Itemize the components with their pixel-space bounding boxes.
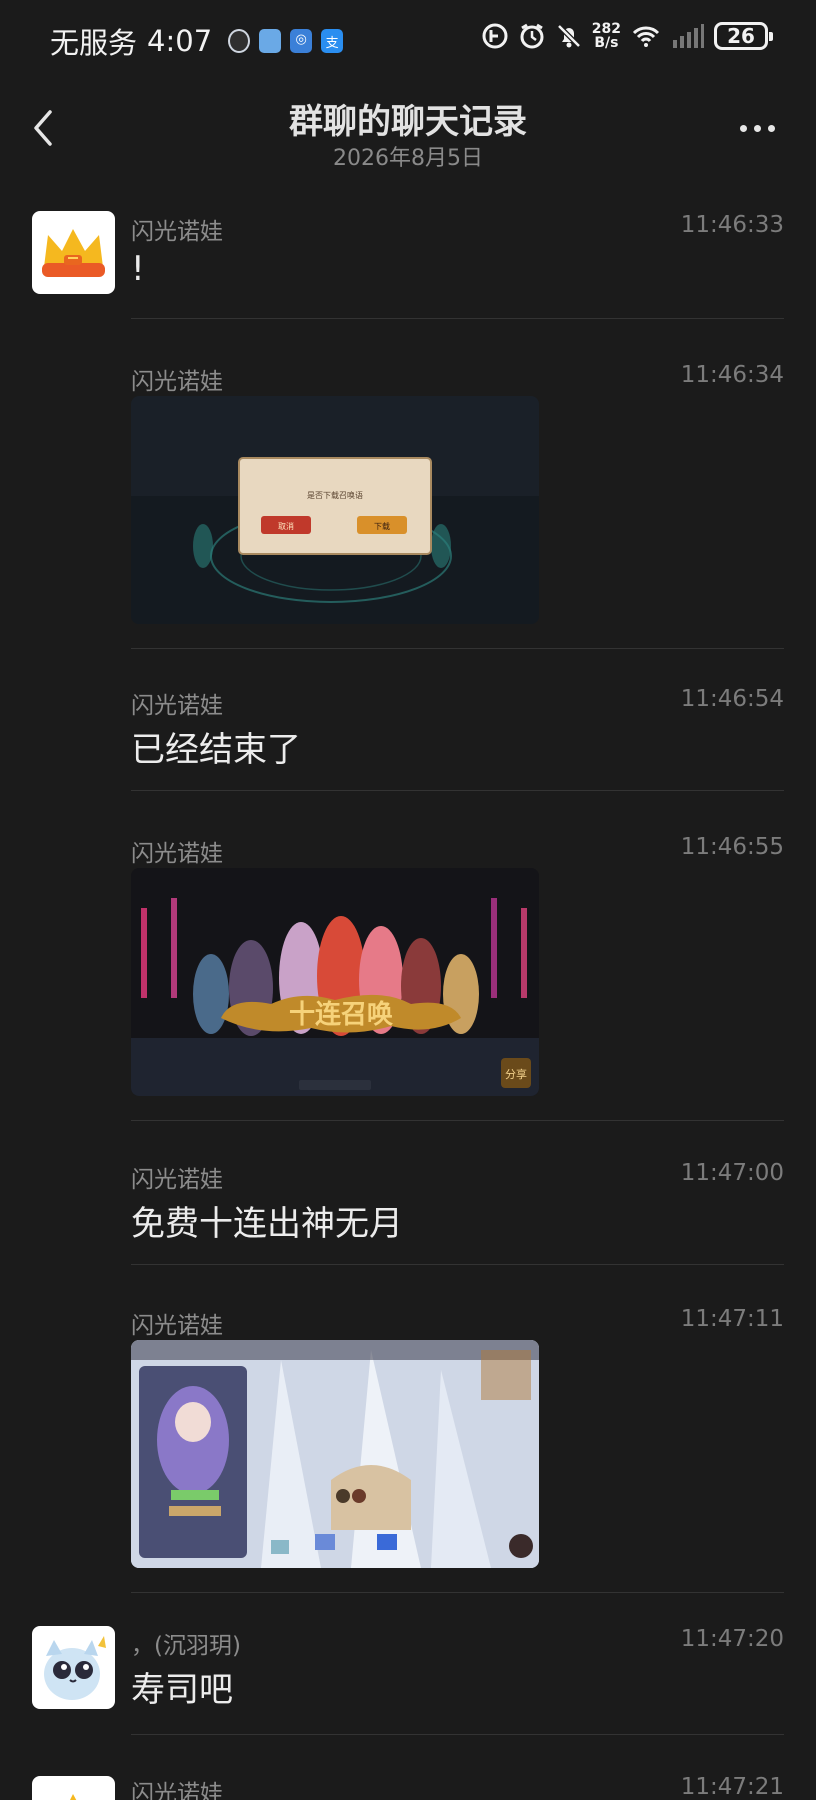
chat-message: 闪光诺娃 11:46:55 十连召唤 分享 (0, 820, 816, 1121)
qq-icon (228, 29, 251, 53)
security-icon: ◎ (290, 29, 313, 53)
message-sender: 闪光诺娃 (131, 1167, 223, 1193)
chat-message: 闪光诺娃 11:46:54 已经结束了 (0, 676, 816, 796)
message-time: 11:47:00 (680, 1160, 784, 1186)
divider (131, 790, 784, 791)
message-time: 11:46:33 (680, 212, 784, 238)
chat-message: 闪光诺娃 11:46:33 ! (0, 198, 816, 320)
divider (131, 1734, 784, 1735)
alipay-icon: 支 (321, 29, 344, 53)
wifi-icon (632, 26, 660, 47)
message-sender: 闪光诺娃 (131, 1313, 223, 1339)
image-dialog-text: 是否下载召唤语 (307, 490, 363, 500)
image-share-text: 分享 (505, 1067, 527, 1081)
message-text[interactable]: 已经结束了 (131, 722, 301, 771)
hd-icon (482, 23, 508, 49)
crown-avatar[interactable] (32, 1776, 115, 1800)
battery-indicator: 26 (714, 22, 773, 50)
chat-message: 闪光诺娃 11:47:11 (0, 1292, 816, 1593)
message-image[interactable] (131, 1340, 539, 1568)
page-title: 群聊的聊天记录 (289, 102, 527, 142)
message-text[interactable]: 免费十连出神无月 (131, 1196, 403, 1245)
net-speed-value: 282 (591, 21, 621, 37)
message-time: 11:47:11 (680, 1306, 784, 1332)
image-banner-text: 十连召唤 (289, 1000, 393, 1030)
net-speed: 282 B/s (592, 22, 621, 50)
message-sender: 闪光诺娃 (131, 693, 223, 719)
message-sender: 闪光诺娃 (131, 219, 223, 245)
chat-message: ，(沉羽玥) 11:47:20 寿司吧 (0, 1626, 816, 1748)
status-bar: 无服务 4:07 ◎ 支 282 B/s 26 (0, 0, 816, 80)
message-sender: 闪光诺娃 (131, 369, 223, 395)
crown-avatar[interactable] (32, 211, 115, 294)
status-left: 无服务 4:07 ◎ 支 (50, 20, 344, 62)
divider (131, 318, 784, 319)
signal-icon (673, 24, 704, 48)
divider (131, 1264, 784, 1265)
chat-message: 闪光诺娃 11:47:21 (0, 1774, 816, 1800)
message-time: 11:46:34 (680, 362, 784, 388)
message-time: 11:46:55 (680, 834, 784, 860)
more-options-icon[interactable] (740, 118, 780, 138)
page-date: 2026年8月5日 (333, 146, 483, 171)
message-text[interactable]: 寿司吧 (131, 1662, 233, 1711)
chat-message: 闪光诺娃 11:46:34 是否下载召唤语 取消 下载 (0, 348, 816, 649)
status-right: 282 B/s 26 (481, 22, 773, 50)
cartoon-cat-avatar[interactable] (32, 1626, 115, 1709)
message-sender: 闪光诺娃 (131, 1781, 223, 1800)
divider (131, 648, 784, 649)
message-time: 11:46:54 (680, 686, 784, 712)
divider (131, 1592, 784, 1593)
alarm-icon (520, 23, 544, 49)
mute-icon (556, 24, 581, 48)
clock: 4:07 (147, 24, 213, 58)
divider (131, 1120, 784, 1121)
image-cancel-text: 取消 (278, 521, 294, 531)
message-image[interactable]: 十连召唤 分享 (131, 868, 539, 1096)
message-time: 11:47:21 (680, 1774, 784, 1800)
message-time: 11:47:20 (680, 1626, 784, 1652)
carrier-label: 无服务 (50, 26, 138, 60)
notification-apps: ◎ 支 (228, 29, 344, 53)
image-download-text: 下载 (374, 521, 390, 531)
net-speed-unit: B/s (594, 35, 619, 51)
calendar-icon (259, 29, 282, 53)
message-sender: ，(沉羽玥) (131, 1633, 241, 1659)
message-text[interactable]: ! (131, 249, 145, 289)
message-sender: 闪光诺娃 (131, 841, 223, 867)
chat-message: 闪光诺娃 11:47:00 免费十连出神无月 (0, 1150, 816, 1270)
message-image[interactable]: 是否下载召唤语 取消 下载 (131, 396, 539, 624)
app-header: 群聊的聊天记录 2026年8月5日 (0, 80, 816, 180)
